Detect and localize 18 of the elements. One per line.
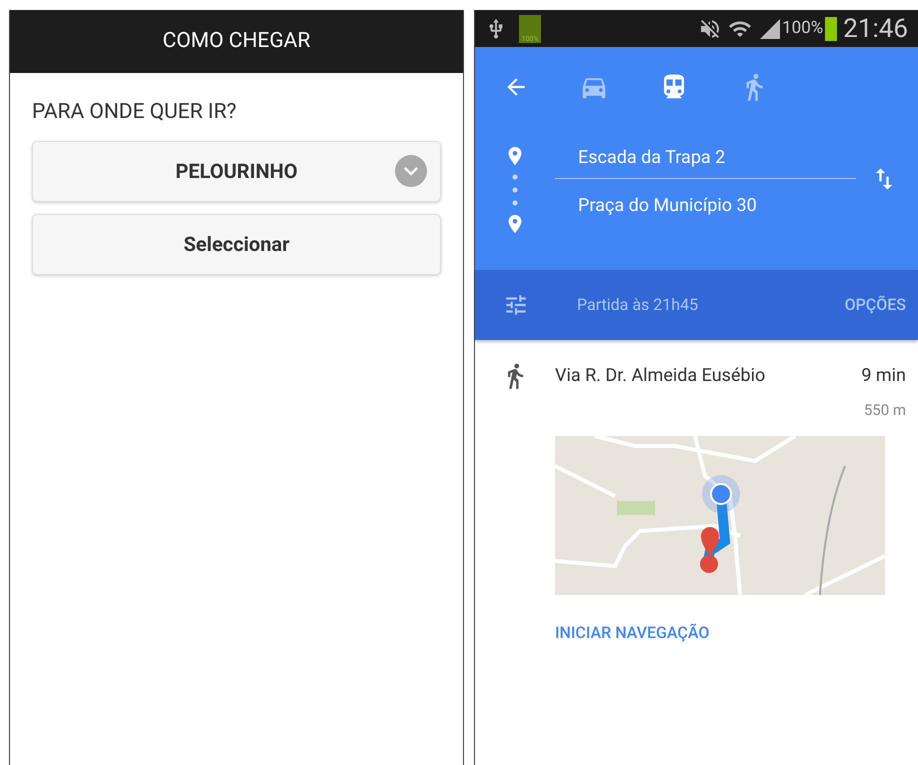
question-label: PARA ONDE QUER IR? xyxy=(32,99,238,126)
signal-icon xyxy=(758,16,782,40)
battery-percent: 100% xyxy=(782,16,824,40)
destination-field[interactable]: Praça do Município 30 xyxy=(578,192,757,218)
battery-icon xyxy=(825,16,838,40)
step-description: Via R. Dr. Almeida Eusébio xyxy=(555,364,766,388)
clock-time: 21:46 xyxy=(843,16,908,42)
departure-time[interactable]: Partida às 21h45 xyxy=(577,293,698,317)
step-duration: 9 min xyxy=(861,364,906,388)
options-link[interactable]: OPÇÕES xyxy=(844,293,906,317)
step-distance: 550 m xyxy=(864,400,906,421)
destination-select[interactable]: PELOURINHO xyxy=(32,140,441,202)
select-button[interactable]: Seleccionar xyxy=(32,214,441,274)
start-navigation-link[interactable]: INICIAR NAVEGAÇÃO xyxy=(555,620,906,644)
screen-title: COMO CHEGAR xyxy=(162,28,310,55)
chevron-down-icon xyxy=(395,155,427,187)
origin-field[interactable]: Escada da Trapa 2 xyxy=(578,144,726,171)
dotted-line-icon xyxy=(512,173,518,207)
